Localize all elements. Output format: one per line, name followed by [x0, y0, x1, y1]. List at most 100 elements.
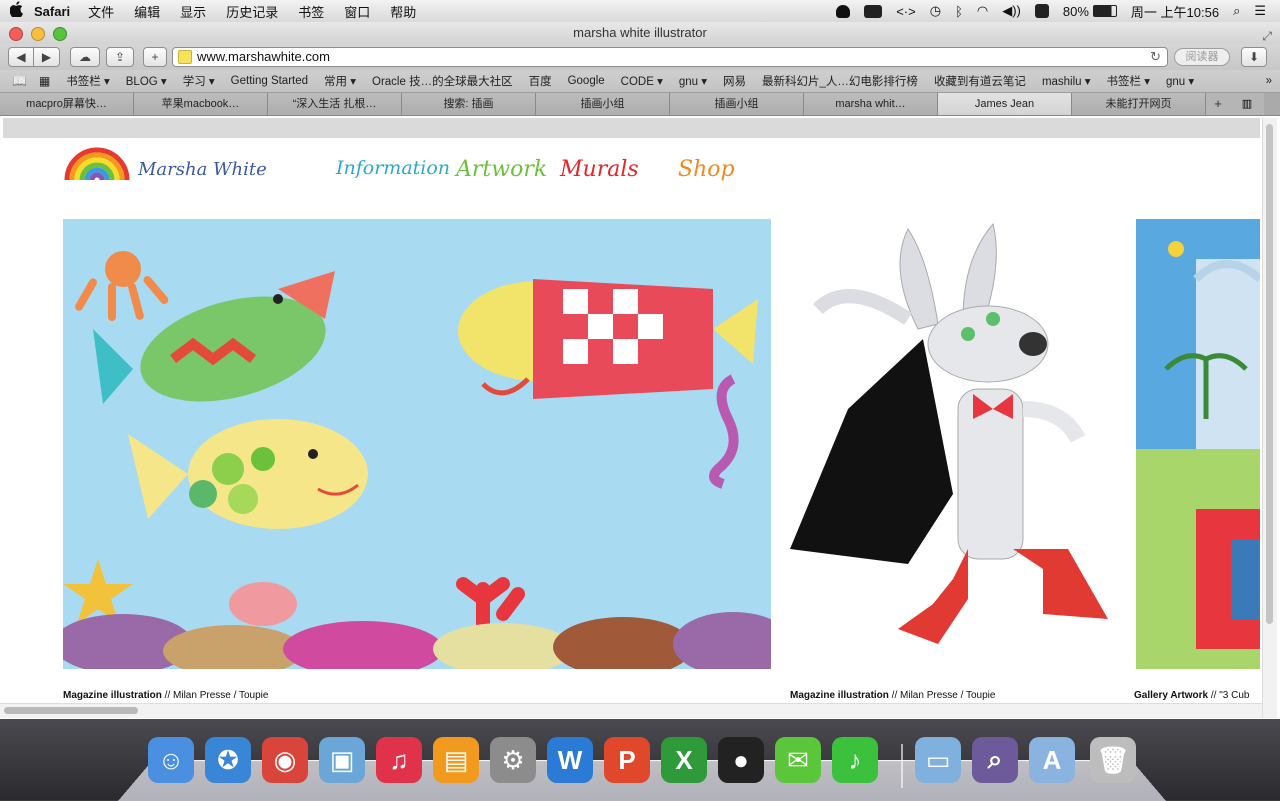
- bookmark-item[interactable]: 学习 ▾: [183, 73, 215, 89]
- add-bookmark-button[interactable]: +: [143, 47, 167, 67]
- time-machine-icon[interactable]: ◷: [930, 3, 941, 19]
- new-tab-button[interactable]: +: [1206, 93, 1230, 115]
- minimize-window-button[interactable]: [31, 27, 45, 41]
- artwork-gallery-image[interactable]: [1136, 219, 1260, 669]
- bookmark-item[interactable]: Google: [568, 75, 605, 87]
- app-menu[interactable]: Safari: [34, 4, 70, 19]
- tab[interactable]: macpro屏幕快…: [0, 93, 134, 115]
- music-icon[interactable]: ♪: [832, 737, 878, 783]
- reload-icon[interactable]: ↻: [1150, 48, 1161, 66]
- wechat-icon[interactable]: ✉: [775, 737, 821, 783]
- url-text[interactable]: www.marshawhite.com: [197, 48, 330, 66]
- zoom-window-button[interactable]: [53, 27, 67, 41]
- trash-icon[interactable]: 🗑: [1090, 737, 1136, 783]
- forward-button[interactable]: ▶: [34, 47, 60, 67]
- word-icon[interactable]: W: [547, 737, 593, 783]
- bookmark-item[interactable]: Oracle 技…的全球最大社区: [372, 73, 513, 89]
- horizontal-scrollbar[interactable]: [0, 703, 1262, 718]
- ibooks-icon[interactable]: ▤: [433, 737, 479, 783]
- menu-bookmarks[interactable]: 书签: [298, 2, 324, 21]
- bluetooth-icon[interactable]: ᛒ: [955, 4, 963, 19]
- tab[interactable]: marsha whit…: [804, 93, 938, 115]
- excel-icon[interactable]: X: [661, 737, 707, 783]
- menu-window[interactable]: 窗口: [344, 2, 370, 21]
- nav-murals[interactable]: Murals: [560, 157, 639, 182]
- nav-shop[interactable]: Shop: [678, 157, 735, 182]
- finder-icon[interactable]: ☺: [148, 737, 194, 783]
- back-button[interactable]: ◀: [8, 47, 34, 67]
- bookmark-item[interactable]: Getting Started: [231, 75, 308, 87]
- keyboard-status-icon[interactable]: [864, 4, 883, 18]
- bookmark-item[interactable]: CODE ▾: [621, 74, 663, 88]
- site-logo-text[interactable]: Marsha White: [138, 159, 267, 180]
- folder-icon[interactable]: ▭: [915, 737, 961, 783]
- scroll-thumb[interactable]: [1266, 124, 1273, 624]
- caption-title: Gallery Artwork: [1134, 690, 1209, 701]
- bookmark-item[interactable]: mashilu ▾: [1042, 74, 1091, 88]
- system-preferences-icon[interactable]: ⚙: [490, 737, 536, 783]
- reader-button[interactable]: 阅读器: [1174, 48, 1230, 66]
- tab[interactable]: 搜索: 插画: [402, 93, 536, 115]
- wifi-icon[interactable]: ◠: [977, 3, 988, 19]
- artwork-rabbit-image[interactable]: [788, 219, 1128, 669]
- tab[interactable]: 苹果macbook…: [134, 93, 268, 115]
- caption-title: Magazine illustration: [790, 690, 889, 701]
- scroll-thumb[interactable]: [4, 707, 138, 714]
- icloud-tabs-button[interactable]: ☁: [70, 47, 100, 67]
- battery-percent[interactable]: 80%: [1063, 4, 1089, 19]
- qq-status-icon[interactable]: [836, 4, 851, 18]
- artwork-underwater-image[interactable]: [63, 219, 771, 669]
- qq-icon[interactable]: ●: [718, 737, 764, 783]
- apple-menu-icon[interactable]: [0, 1, 34, 21]
- downloads-button[interactable]: ⬇: [1241, 47, 1267, 67]
- reading-list-icon[interactable]: 📖: [12, 74, 27, 88]
- close-window-button[interactable]: [9, 27, 23, 41]
- preview-icon[interactable]: ⌕: [972, 737, 1018, 783]
- notification-center-icon[interactable]: ☰: [1254, 3, 1266, 19]
- safari-icon[interactable]: ✪: [205, 737, 251, 783]
- powerpoint-icon[interactable]: P: [604, 737, 650, 783]
- vertical-scrollbar[interactable]: [1262, 118, 1277, 718]
- share-button[interactable]: ⇪: [106, 47, 134, 67]
- menu-bar: Safari 文件 编辑 显示 历史记录 书签 窗口 帮助 <·> ◷ ᛒ ◠ …: [0, 0, 1280, 23]
- menu-history[interactable]: 历史记录: [226, 2, 278, 21]
- bookmark-item[interactable]: 百度: [529, 73, 552, 89]
- more-bookmarks-icon[interactable]: »: [1266, 75, 1272, 87]
- dock-separator: [901, 744, 903, 788]
- input-method-icon[interactable]: [1034, 4, 1049, 18]
- volume-icon[interactable]: ◀)): [1002, 3, 1021, 19]
- bookmark-item[interactable]: 网易: [723, 73, 746, 89]
- bookmark-item[interactable]: gnu ▾: [1166, 74, 1194, 88]
- top-sites-icon[interactable]: ▦: [39, 74, 50, 88]
- nav-information[interactable]: Information: [336, 157, 450, 179]
- bookmark-item[interactable]: 最新科幻片_人…幻电影排行榜: [762, 73, 918, 89]
- clock[interactable]: 周一 上午10:56: [1131, 2, 1219, 21]
- tab[interactable]: “深入生活 扎根…: [268, 93, 402, 115]
- tab[interactable]: 未能打开网页: [1072, 93, 1206, 115]
- bookmark-item[interactable]: gnu ▾: [679, 74, 707, 88]
- nav-artwork[interactable]: Artwork: [456, 157, 547, 182]
- iphoto-icon[interactable]: ▣: [319, 737, 365, 783]
- address-bar[interactable]: www.marshawhite.com ↻: [172, 47, 1168, 67]
- rainbow-logo-icon[interactable]: [64, 146, 130, 182]
- bookmark-item[interactable]: 收藏到有道云笔记: [934, 73, 1026, 89]
- tab-active[interactable]: James Jean: [938, 93, 1072, 115]
- bookmark-item[interactable]: 书签栏 ▾: [1107, 73, 1150, 89]
- menu-file[interactable]: 文件: [88, 2, 114, 21]
- bookmark-item[interactable]: 常用 ▾: [324, 73, 356, 89]
- menu-edit[interactable]: 编辑: [134, 2, 160, 21]
- toolbar: ◀ ▶ ☁ ⇪ + www.marshawhite.com ↻ 阅读器 ⬇: [0, 44, 1280, 70]
- code-status-icon[interactable]: <·>: [896, 4, 916, 19]
- chrome-icon[interactable]: ◉: [262, 737, 308, 783]
- menu-view[interactable]: 显示: [180, 2, 206, 21]
- spotlight-icon[interactable]: ⌕: [1233, 3, 1240, 19]
- tab-overview-icon[interactable]: ▥: [1230, 93, 1264, 115]
- applications-folder-icon[interactable]: A: [1029, 737, 1075, 783]
- tab[interactable]: 插画小组: [670, 93, 804, 115]
- bookmark-item[interactable]: BLOG ▾: [126, 74, 167, 88]
- itunes-icon[interactable]: ♫: [376, 737, 422, 783]
- tab[interactable]: 插画小组: [536, 93, 670, 115]
- menu-help[interactable]: 帮助: [390, 2, 416, 21]
- battery-icon[interactable]: [1092, 5, 1117, 17]
- bookmark-item[interactable]: 书签栏 ▾: [66, 73, 109, 89]
